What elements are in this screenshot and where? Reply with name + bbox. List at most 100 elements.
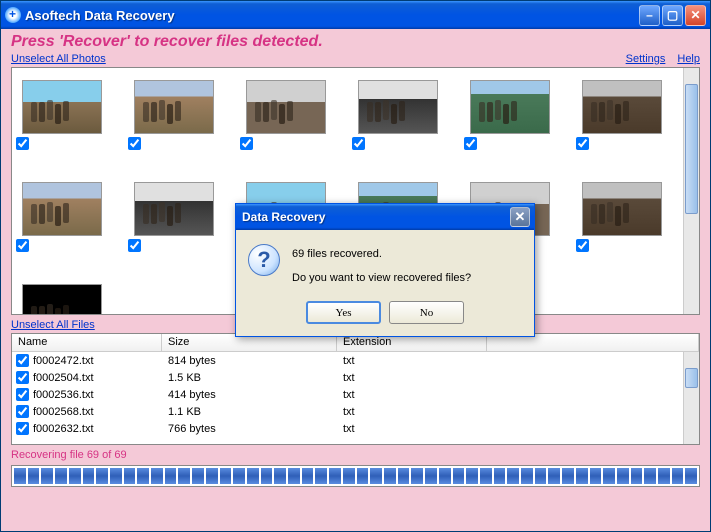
unselect-files-link[interactable]: Unselect All Files [11,319,95,331]
help-link[interactable]: Help [677,53,700,65]
progress-segment [14,468,26,484]
file-name: f0002632.txt [33,423,94,435]
progress-segment [562,468,574,484]
photo-checkbox[interactable] [576,239,589,252]
file-checkbox[interactable] [16,422,29,435]
dialog-close-button[interactable]: ✕ [510,207,530,227]
progress-segment [466,468,478,484]
progress-segment [233,468,245,484]
photo-item[interactable] [128,72,220,162]
photo-item[interactable] [352,72,444,162]
unselect-photos-link[interactable]: Unselect All Photos [11,53,106,65]
photo-checkbox[interactable] [128,239,141,252]
file-row[interactable]: f0002632.txt766 bytestxt [12,420,699,437]
progress-segment [603,468,615,484]
photo-thumbnail[interactable] [134,80,214,134]
photo-checkbox[interactable] [576,137,589,150]
dialog-body: ? 69 files recovered. Do you want to vie… [236,230,534,336]
photo-item[interactable] [16,276,108,315]
photo-item[interactable] [16,72,108,162]
progress-segment [137,468,149,484]
file-row[interactable]: f0002568.txt1.1 KBtxt [12,403,699,420]
col-header-name[interactable]: Name [12,334,162,351]
file-row[interactable]: f0002504.txt1.5 KBtxt [12,369,699,386]
maximize-button[interactable]: ▢ [662,5,683,26]
progress-segment [124,468,136,484]
photo-checkbox[interactable] [240,137,253,150]
progress-segment [507,468,519,484]
photo-item[interactable] [576,174,668,264]
photo-thumbnail[interactable] [582,80,662,134]
progress-segment [398,468,410,484]
dialog-titlebar: Data Recovery ✕ [236,204,534,230]
window-controls: – ▢ ✕ [639,5,706,26]
photo-thumbnail[interactable] [246,80,326,134]
file-ext: txt [337,406,487,418]
progress-segment [521,468,533,484]
file-name: f0002568.txt [33,406,94,418]
file-rows: f0002472.txt814 bytestxtf0002504.txt1.5 … [12,352,699,444]
photo-checkbox[interactable] [352,137,365,150]
photo-thumbnail[interactable] [22,80,102,134]
file-ext: txt [337,355,487,367]
photo-checkbox[interactable] [16,137,29,150]
file-scrollbar[interactable] [683,352,699,444]
dialog-line2: Do you want to view recovered files? [292,270,471,288]
photo-thumbnail[interactable] [470,80,550,134]
file-size: 414 bytes [162,389,337,401]
progress-segment [151,468,163,484]
progress-segment [535,468,547,484]
file-checkbox[interactable] [16,405,29,418]
progress-segment [206,468,218,484]
progress-segment [110,468,122,484]
scrollbar-thumb[interactable] [685,84,698,214]
photo-thumbnail[interactable] [22,182,102,236]
photo-item[interactable] [576,72,668,162]
progress-segment [357,468,369,484]
photo-scrollbar[interactable] [683,68,699,314]
minimize-button[interactable]: – [639,5,660,26]
photo-item[interactable] [16,174,108,264]
photo-checkbox[interactable] [128,137,141,150]
file-scrollbar-thumb[interactable] [685,368,698,388]
progress-segment [631,468,643,484]
photo-checkbox[interactable] [464,137,477,150]
progress-segment [96,468,108,484]
file-checkbox[interactable] [16,371,29,384]
photo-thumbnail[interactable] [582,182,662,236]
file-panel: Name Size Extension f0002472.txt814 byte… [11,333,700,445]
progress-segment [548,468,560,484]
progress-segment [480,468,492,484]
file-name: f0002472.txt [33,355,94,367]
file-row[interactable]: f0002472.txt814 bytestxt [12,352,699,369]
progress-segment [576,468,588,484]
progress-segment [644,468,656,484]
photo-item[interactable] [128,174,220,264]
photo-checkbox[interactable] [16,239,29,252]
dialog-buttons: Yes No [248,301,522,324]
dialog-no-button[interactable]: No [389,301,464,324]
file-row[interactable]: f0002536.txt414 bytestxt [12,386,699,403]
progress-segment [165,468,177,484]
progress-segment [69,468,81,484]
file-checkbox[interactable] [16,354,29,367]
progress-segment [384,468,396,484]
photo-thumbnail[interactable] [134,182,214,236]
photo-item[interactable] [240,72,332,162]
progress-segment [617,468,629,484]
file-checkbox[interactable] [16,388,29,401]
progress-segment [178,468,190,484]
settings-link[interactable]: Settings [626,53,666,65]
progress-segment [28,468,40,484]
progress-segment [302,468,314,484]
file-name: f0002536.txt [33,389,94,401]
close-button[interactable]: ✕ [685,5,706,26]
status-text: Recovering file 69 of 69 [11,449,700,461]
dialog-yes-button[interactable]: Yes [306,301,381,324]
progress-segment [274,468,286,484]
photo-thumbnail[interactable] [358,80,438,134]
recovery-dialog: Data Recovery ✕ ? 69 files recovered. Do… [235,203,535,337]
progress-segment [590,468,602,484]
photo-thumbnail[interactable] [22,284,102,315]
photo-item[interactable] [464,72,556,162]
